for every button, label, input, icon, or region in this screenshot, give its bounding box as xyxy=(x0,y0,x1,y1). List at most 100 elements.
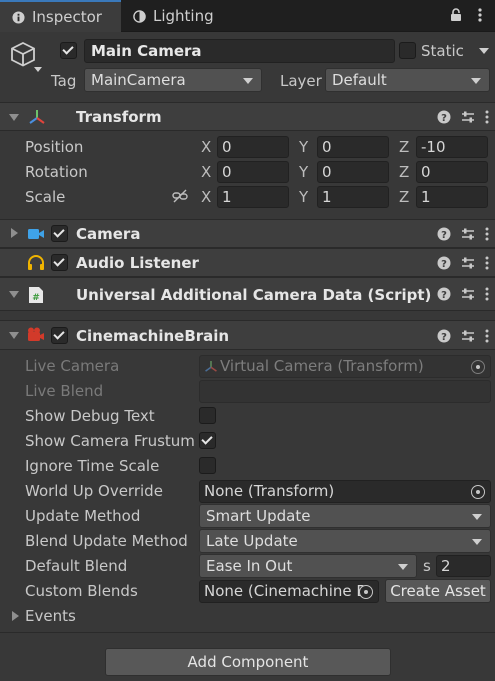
cinemachine-brain-header[interactable]: CinemachineBrain ? xyxy=(0,320,495,350)
world-up-override-field[interactable]: None (Transform) xyxy=(199,480,491,503)
layer-value: Default xyxy=(332,71,387,89)
default-blend-value: Ease In Out xyxy=(206,557,293,575)
help-icon[interactable]: ? xyxy=(437,329,451,343)
default-blend-dropdown[interactable]: Ease In Out xyxy=(199,554,417,578)
default-blend-time-field[interactable]: 2 xyxy=(436,555,491,577)
rotation-label: Rotation xyxy=(25,163,88,181)
help-icon[interactable]: ? xyxy=(437,287,451,301)
chevron-down-icon xyxy=(472,514,482,520)
cinemachine-brain-enabled-checkbox[interactable] xyxy=(51,327,68,344)
show-camera-frustum-checkbox[interactable] xyxy=(199,432,216,449)
rotation-y-field[interactable]: 0 xyxy=(317,161,389,183)
component-menu-icon[interactable] xyxy=(485,227,489,241)
static-label: Static xyxy=(421,42,464,60)
active-checkbox[interactable] xyxy=(60,42,77,59)
scale-z-field[interactable]: 1 xyxy=(416,186,488,208)
transform-header[interactable]: Transform ? xyxy=(0,102,495,131)
default-blend-label: Default Blend xyxy=(25,557,128,575)
tag-value: MainCamera xyxy=(91,71,186,89)
component-menu-icon[interactable] xyxy=(485,329,489,343)
scale-x-field[interactable]: 1 xyxy=(217,186,289,208)
audio-listener-header[interactable]: Audio Listener ? xyxy=(0,248,495,277)
foldout-collapsed-icon[interactable] xyxy=(11,228,18,238)
rotation-x-field[interactable]: 0 xyxy=(217,161,289,183)
transform-icon xyxy=(29,110,45,124)
update-method-dropdown[interactable]: Smart Update xyxy=(199,504,491,528)
events-label[interactable]: Events xyxy=(25,607,76,625)
camera-enabled-checkbox[interactable] xyxy=(51,225,68,242)
chevron-down-icon xyxy=(471,78,481,84)
layer-dropdown[interactable]: Default xyxy=(325,68,490,92)
show-camera-frustum-label: Show Camera Frustum xyxy=(25,432,195,450)
presets-icon[interactable] xyxy=(461,227,475,241)
foldout-expanded-icon[interactable] xyxy=(9,114,19,121)
rotation-y-axis: Y xyxy=(299,163,309,181)
svg-text:?: ? xyxy=(441,332,447,343)
ignore-time-scale-checkbox[interactable] xyxy=(199,457,216,474)
rotation-z-field[interactable]: 0 xyxy=(416,161,488,183)
presets-icon[interactable] xyxy=(461,287,475,301)
help-icon[interactable]: ? xyxy=(437,227,451,241)
tab-bar: Inspector Lighting xyxy=(0,0,495,32)
presets-icon[interactable] xyxy=(461,256,475,270)
custom-blends-field[interactable]: None (Cinemachine B xyxy=(199,580,379,603)
rotation-z-axis: Z xyxy=(399,163,410,181)
cinemachine-brain-icon xyxy=(28,327,44,341)
chevron-down-icon xyxy=(243,78,253,84)
tag-dropdown[interactable]: MainCamera xyxy=(84,68,262,92)
position-x-axis: X xyxy=(201,138,212,156)
svg-text:?: ? xyxy=(441,113,447,124)
position-z-axis: Z xyxy=(399,138,410,156)
transform-title: Transform xyxy=(76,108,162,126)
live-blend-label: Live Blend xyxy=(25,382,104,400)
svg-text:?: ? xyxy=(441,230,447,241)
position-z-field[interactable]: -10 xyxy=(416,136,488,158)
svg-text:?: ? xyxy=(441,259,447,270)
blend-update-method-label: Blend Update Method xyxy=(25,532,188,550)
audio-listener-enabled-checkbox[interactable] xyxy=(51,254,68,271)
live-blend-field xyxy=(199,380,491,403)
static-dropdown-arrow-icon[interactable] xyxy=(479,48,489,54)
camera-title: Camera xyxy=(76,225,141,243)
icon-dropdown-arrow-icon[interactable] xyxy=(34,67,42,72)
position-y-field[interactable]: 0 xyxy=(317,136,389,158)
default-blend-time-unit: s xyxy=(423,557,431,575)
lock-icon[interactable] xyxy=(450,8,462,22)
tab-inspector[interactable]: Inspector xyxy=(0,0,121,32)
camera-icon xyxy=(28,229,44,239)
static-checkbox[interactable] xyxy=(399,42,416,59)
events-foldout-icon[interactable] xyxy=(12,611,19,621)
world-up-override-value: None (Transform) xyxy=(204,482,335,500)
update-method-label: Update Method xyxy=(25,507,141,525)
object-picker-icon[interactable] xyxy=(359,585,373,599)
tab-inspector-label: Inspector xyxy=(32,8,102,26)
foldout-expanded-icon[interactable] xyxy=(9,291,19,298)
help-icon[interactable]: ? xyxy=(437,110,451,124)
component-menu-icon[interactable] xyxy=(485,110,489,124)
scale-y-field[interactable]: 1 xyxy=(317,186,389,208)
show-debug-text-checkbox[interactable] xyxy=(199,407,216,424)
object-picker-icon[interactable] xyxy=(471,485,485,499)
menu-icon[interactable] xyxy=(477,8,483,24)
object-name-field[interactable]: Main Camera xyxy=(84,39,395,63)
info-icon xyxy=(12,10,25,24)
camera-header[interactable]: Camera ? xyxy=(0,219,495,248)
tab-lighting[interactable]: Lighting xyxy=(121,0,271,32)
component-menu-icon[interactable] xyxy=(485,287,489,301)
urp-camera-data-header[interactable]: # Universal Additional Camera Data (Scri… xyxy=(0,277,495,311)
scale-label: Scale xyxy=(25,188,66,206)
foldout-expanded-icon[interactable] xyxy=(9,332,19,339)
constrain-proportions-icon[interactable] xyxy=(172,189,188,203)
help-icon[interactable]: ? xyxy=(437,256,451,270)
component-menu-icon[interactable] xyxy=(485,256,489,270)
create-asset-button[interactable]: Create Asset xyxy=(385,579,491,603)
chevron-down-icon xyxy=(398,564,408,570)
blend-update-method-dropdown[interactable]: Late Update xyxy=(199,529,491,553)
urp-camera-data-title: Universal Additional Camera Data (Script… xyxy=(76,286,432,304)
presets-icon[interactable] xyxy=(461,110,475,124)
add-component-button[interactable]: Add Component xyxy=(105,648,391,676)
presets-icon[interactable] xyxy=(461,329,475,343)
ignore-time-scale-label: Ignore Time Scale xyxy=(25,457,160,475)
layer-label: Layer xyxy=(280,72,322,90)
position-x-field[interactable]: 0 xyxy=(217,136,289,158)
